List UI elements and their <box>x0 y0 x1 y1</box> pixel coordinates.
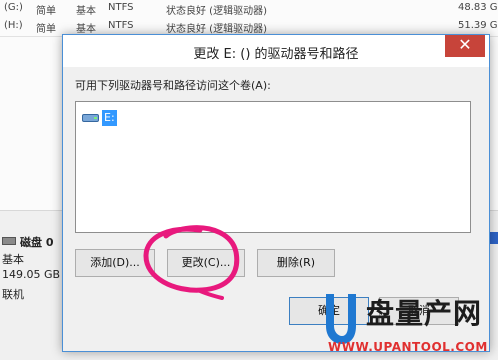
disk-status: 联机 <box>2 288 24 301</box>
volume-name: (H:) <box>4 20 23 31</box>
volume-status: 状态良好 (逻辑驱动器) <box>166 24 267 35</box>
disk-title: 磁盘 0 <box>20 236 54 249</box>
volume-layout: 简单 <box>36 24 56 35</box>
volume-row-h[interactable]: (H:) 简单 基本 NTFS 状态良好 (逻辑驱动器) 51.39 G <box>0 18 498 35</box>
dialog-prompt: 可用下列驱动器号和路径访问这个卷(A): <box>75 79 271 92</box>
volume-type: 基本 <box>76 6 96 17</box>
volume-fs: NTFS <box>108 2 134 13</box>
volume-type: 基本 <box>76 24 96 35</box>
volume-name: (G:) <box>4 2 23 13</box>
disk-type: 基本 <box>2 253 24 266</box>
watermark-brand: 盘量产网 <box>366 297 483 330</box>
highlight-annotation <box>143 225 240 300</box>
watermark-logo: 盘量产网 WWW.UPANTOOL.COM <box>322 290 498 360</box>
close-button[interactable]: ✕ <box>445 35 485 57</box>
volume-size: 51.39 G <box>458 20 498 31</box>
volume-row-g[interactable]: (G:) 简单 基本 NTFS 状态良好 (逻辑驱动器) 48.83 G <box>0 0 498 17</box>
drive-icon <box>82 112 99 123</box>
close-icon: ✕ <box>458 35 472 54</box>
list-item-label: E: <box>102 110 117 126</box>
disk-size: 149.05 GB <box>2 268 61 281</box>
watermark-url: WWW.UPANTOOL.COM <box>328 340 488 354</box>
drive-path-list[interactable]: E: <box>75 101 471 233</box>
remove-button[interactable]: 删除(R) <box>257 249 335 277</box>
volume-status: 状态良好 (逻辑驱动器) <box>166 6 267 17</box>
dialog-title: 更改 E: () 的驱动器号和路径 <box>193 47 359 62</box>
u-logo-icon <box>326 294 356 344</box>
volume-size: 48.83 G <box>458 2 498 13</box>
volume-layout: 简单 <box>36 6 56 17</box>
volume-fs: NTFS <box>108 20 134 31</box>
dialog-titlebar[interactable]: 更改 E: () 的驱动器号和路径 ✕ <box>63 35 489 67</box>
